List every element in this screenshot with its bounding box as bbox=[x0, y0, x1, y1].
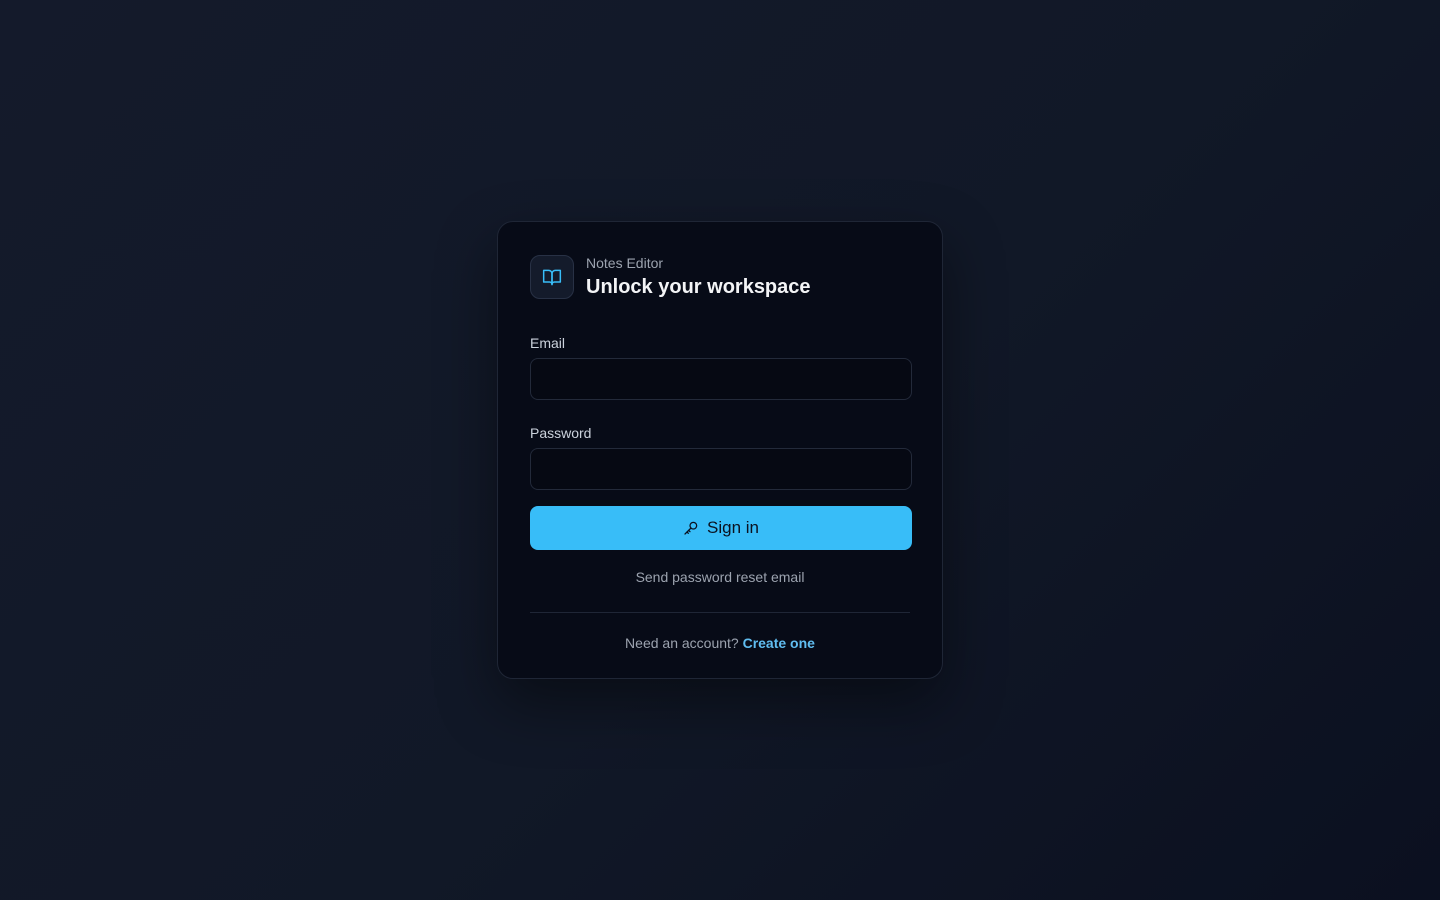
password-field[interactable] bbox=[530, 448, 912, 490]
page-title: Unlock your workspace bbox=[586, 276, 811, 298]
reset-password-link[interactable]: Send password reset email bbox=[530, 568, 910, 586]
divider bbox=[530, 612, 910, 613]
card-header: Notes Editor Unlock your workspace bbox=[530, 255, 910, 299]
header-titles: Notes Editor Unlock your workspace bbox=[586, 254, 811, 300]
create-account-link[interactable]: Create one bbox=[743, 635, 815, 651]
signup-prompt-text: Need an account? bbox=[625, 635, 739, 651]
sign-in-button[interactable]: Sign in bbox=[530, 506, 912, 550]
app-name: Notes Editor bbox=[586, 255, 664, 271]
login-card: Notes Editor Unlock your workspace Email… bbox=[497, 221, 943, 679]
email-field[interactable] bbox=[530, 358, 912, 400]
key-icon bbox=[684, 521, 698, 535]
sign-in-label: Sign in bbox=[707, 518, 759, 537]
open-book-icon bbox=[542, 269, 562, 286]
app-logo bbox=[530, 255, 574, 299]
signup-prompt: Need an account? Create one bbox=[530, 634, 910, 652]
email-label: Email bbox=[530, 335, 566, 351]
password-label: Password bbox=[530, 425, 592, 441]
